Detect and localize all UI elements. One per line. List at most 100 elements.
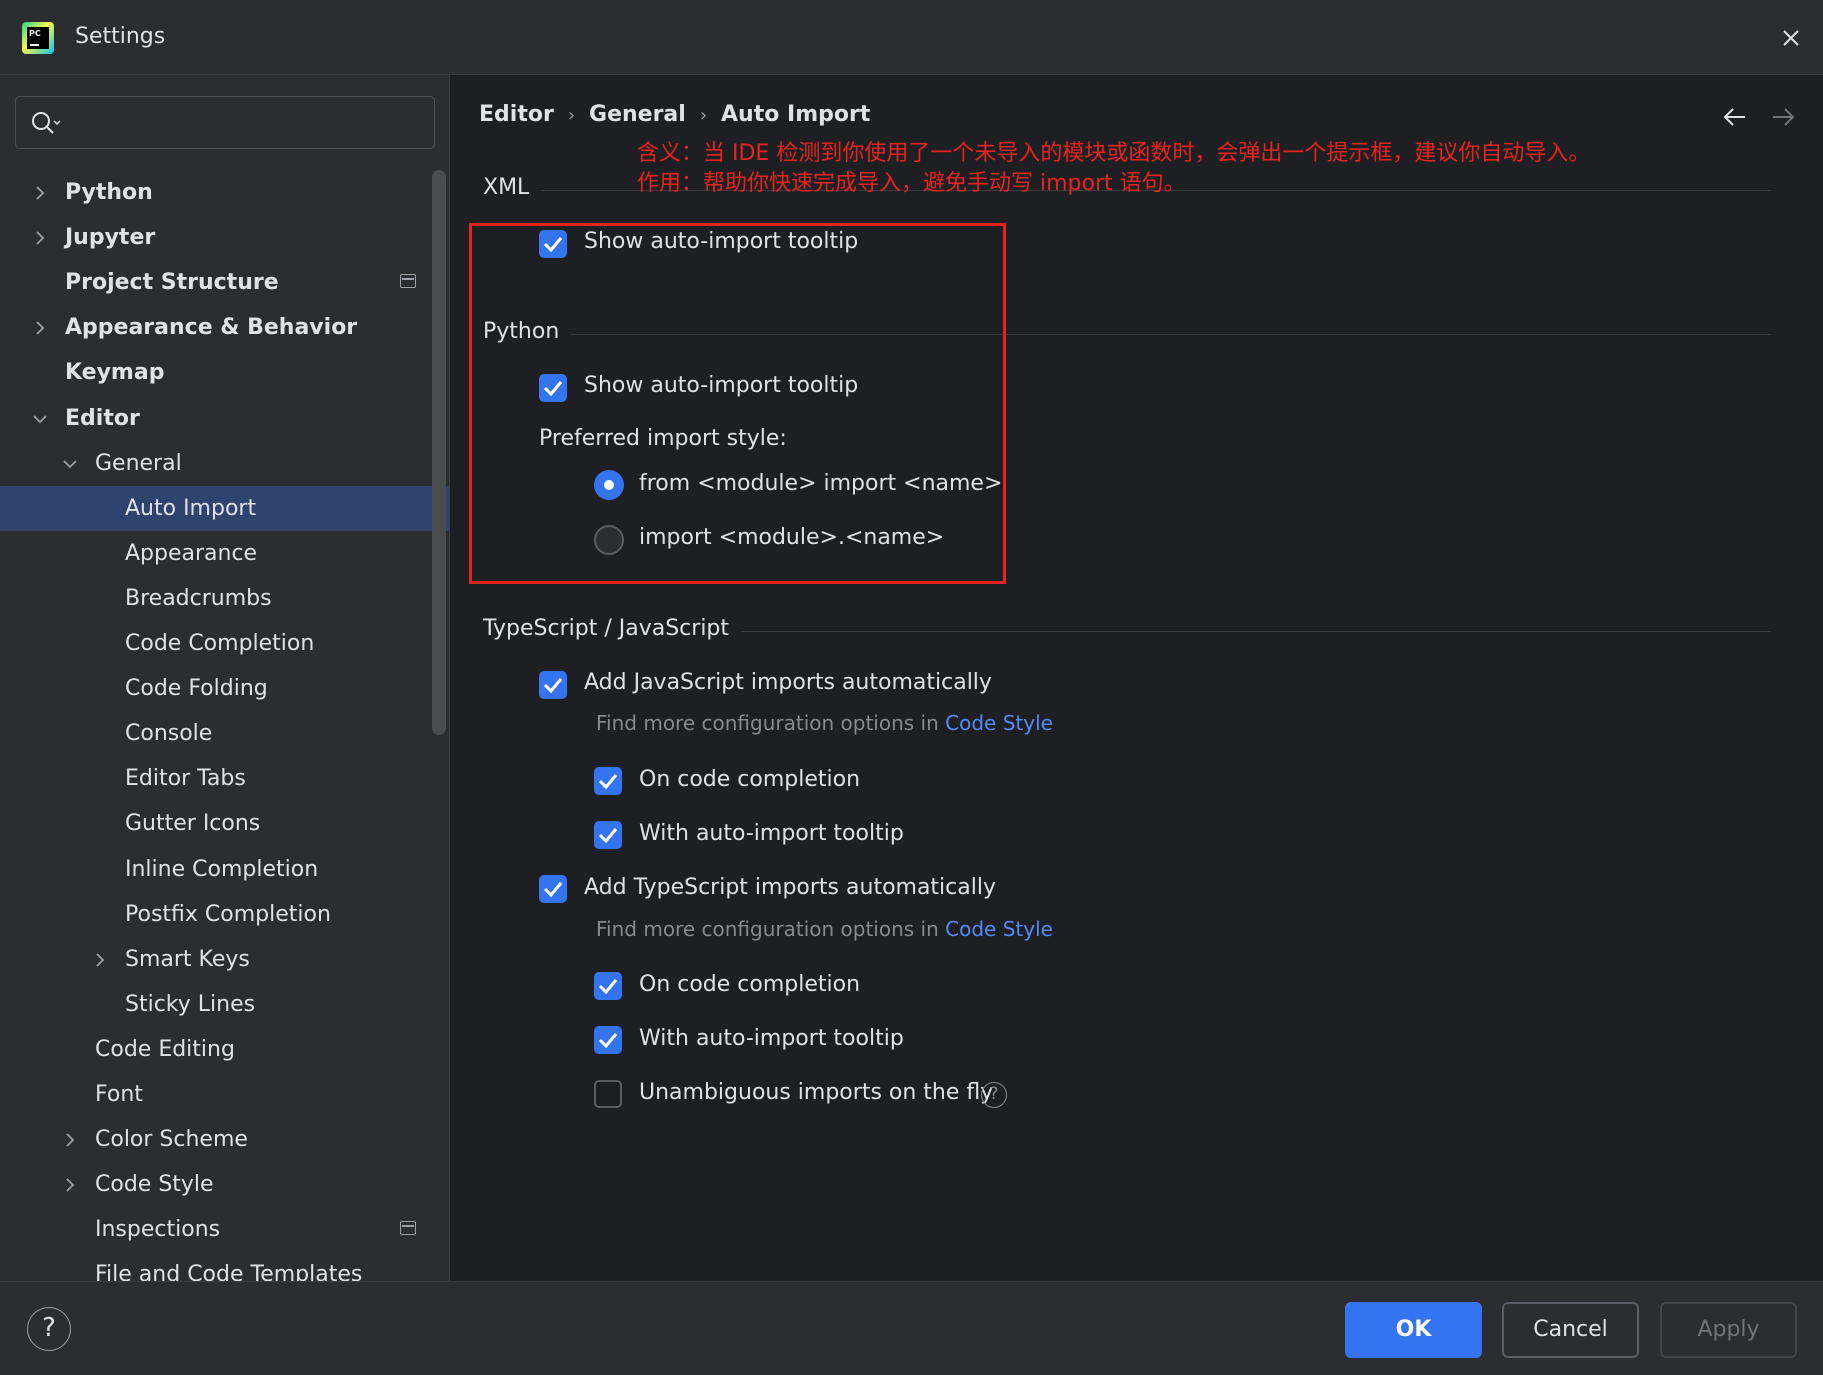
chevron-right-icon[interactable] bbox=[90, 937, 110, 982]
annotation-highlight-box bbox=[469, 223, 1006, 584]
sidebar-item-label: Jupyter bbox=[65, 225, 156, 250]
add-js-imports-label[interactable]: Add JavaScript imports automatically bbox=[584, 670, 992, 695]
help-button[interactable]: ? bbox=[27, 1307, 71, 1351]
ts-code-style-link[interactable]: Code Style bbox=[945, 917, 1053, 941]
sidebar-item[interactable]: Color Scheme bbox=[0, 1117, 449, 1162]
sidebar-item-label: Python bbox=[65, 180, 153, 205]
sidebar-item[interactable]: Editor Tabs bbox=[0, 756, 449, 801]
sidebar-item-label: Code Folding bbox=[125, 676, 268, 701]
js-with-tooltip-checkbox[interactable] bbox=[594, 821, 622, 849]
project-scope-icon bbox=[400, 274, 416, 288]
ts-with-tooltip-checkbox[interactable] bbox=[594, 1026, 622, 1054]
close-icon[interactable] bbox=[1773, 20, 1809, 56]
js-on-completion-label[interactable]: On code completion bbox=[639, 767, 860, 792]
js-on-completion-checkbox[interactable] bbox=[594, 767, 622, 795]
sidebar-item-label: Gutter Icons bbox=[125, 811, 261, 836]
ok-button[interactable]: OK bbox=[1345, 1302, 1482, 1358]
breadcrumb: Editor › General › Auto Import bbox=[479, 102, 870, 127]
sidebar-item[interactable]: Code Editing bbox=[0, 1027, 449, 1072]
search-input[interactable] bbox=[76, 105, 416, 141]
sidebar-item[interactable]: Keymap bbox=[0, 350, 449, 395]
cancel-button[interactable]: Cancel bbox=[1502, 1302, 1639, 1358]
add-js-imports-checkbox[interactable] bbox=[539, 671, 567, 699]
forward-arrow-icon[interactable] bbox=[1769, 105, 1797, 135]
sidebar-item-label: Editor Tabs bbox=[125, 766, 246, 791]
sidebar-item[interactable]: Gutter Icons bbox=[0, 801, 449, 846]
sidebar-scrollbar[interactable] bbox=[432, 170, 446, 735]
sidebar-item-label: Editor bbox=[65, 406, 140, 431]
sidebar-item[interactable]: Breadcrumbs bbox=[0, 576, 449, 621]
sidebar-item-label: Keymap bbox=[65, 360, 165, 385]
ts-on-completion-label[interactable]: On code completion bbox=[639, 972, 860, 997]
chevron-right-icon[interactable] bbox=[30, 170, 50, 215]
logo-text: PC bbox=[29, 29, 41, 38]
sidebar-item[interactable]: Sticky Lines bbox=[0, 982, 449, 1027]
sidebar-item-label: Project Structure bbox=[65, 270, 279, 295]
pycharm-logo-icon: PC bbox=[22, 22, 54, 54]
search-box[interactable] bbox=[15, 96, 435, 149]
sidebar-item[interactable]: Font bbox=[0, 1072, 449, 1117]
window-title: Settings bbox=[75, 24, 166, 49]
sidebar-item-label: Sticky Lines bbox=[125, 992, 256, 1017]
sidebar-item[interactable]: Editor bbox=[0, 396, 449, 441]
sidebar-item[interactable]: Appearance & Behavior bbox=[0, 305, 449, 350]
sidebar-item-label: Appearance & Behavior bbox=[65, 315, 358, 340]
sidebar-item[interactable]: General bbox=[0, 441, 449, 486]
chevron-right-icon[interactable] bbox=[30, 305, 50, 350]
sidebar-item-label: Smart Keys bbox=[125, 947, 250, 972]
sidebar-item-label: File and Code Templates bbox=[95, 1262, 363, 1281]
sidebar-item[interactable]: Code Folding bbox=[0, 666, 449, 711]
sidebar-item-label: Code Style bbox=[95, 1172, 214, 1197]
breadcrumb-auto-import: Auto Import bbox=[721, 102, 871, 127]
ts-on-completion-checkbox[interactable] bbox=[594, 972, 622, 1000]
sidebar-item[interactable]: File and Code Templates bbox=[0, 1252, 449, 1281]
apply-button[interactable]: Apply bbox=[1660, 1302, 1797, 1358]
sidebar-item-label: Appearance bbox=[125, 541, 258, 566]
ts-js-group-title: TypeScript / JavaScript bbox=[483, 616, 742, 641]
ts-hint-text: Find more configuration options in bbox=[596, 917, 946, 941]
sidebar-item[interactable]: Postfix Completion bbox=[0, 892, 449, 937]
sidebar-item[interactable]: Code Completion bbox=[0, 621, 449, 666]
add-ts-imports-checkbox[interactable] bbox=[539, 875, 567, 903]
breadcrumb-general[interactable]: General bbox=[589, 102, 686, 127]
sidebar-item[interactable]: Smart Keys bbox=[0, 937, 449, 982]
settings-sidebar: Python Jupyter Project Structure Appearance… bbox=[0, 75, 450, 1281]
chevron-right-icon[interactable] bbox=[30, 215, 50, 260]
chevron-right-icon: › bbox=[699, 105, 708, 126]
sidebar-item[interactable]: Project Structure bbox=[0, 260, 449, 305]
sidebar-item[interactable]: Appearance bbox=[0, 531, 449, 576]
sidebar-item[interactable]: Inspections bbox=[0, 1207, 449, 1252]
sidebar-item-label: Console bbox=[125, 721, 213, 746]
chevron-right-icon[interactable] bbox=[60, 1162, 80, 1207]
sidebar-item[interactable]: Console bbox=[0, 711, 449, 756]
unambiguous-imports-checkbox[interactable] bbox=[594, 1080, 622, 1108]
sidebar-item-label: Inspections bbox=[95, 1217, 221, 1242]
settings-content: Editor › General › Auto Import XML 含义：当 IDE … bbox=[451, 75, 1823, 1281]
js-with-tooltip-label[interactable]: With auto-import tooltip bbox=[639, 821, 904, 846]
xml-group-title: XML bbox=[483, 175, 542, 200]
unambiguous-imports-label[interactable]: Unambiguous imports on the fly bbox=[639, 1080, 993, 1105]
sidebar-item[interactable]: Auto Import bbox=[0, 486, 449, 531]
chevron-right-icon[interactable] bbox=[60, 1117, 80, 1162]
sidebar-item[interactable]: Jupyter bbox=[0, 215, 449, 260]
sidebar-item[interactable]: Code Style bbox=[0, 1162, 449, 1207]
ts-js-separator bbox=[711, 631, 1771, 632]
sidebar-item[interactable]: Python bbox=[0, 170, 449, 215]
breadcrumb-editor[interactable]: Editor bbox=[479, 102, 554, 127]
back-arrow-icon[interactable] bbox=[1721, 105, 1749, 135]
sidebar-item-label: Code Editing bbox=[95, 1037, 235, 1062]
sidebar-item-label: Code Completion bbox=[125, 631, 315, 656]
annotation-line-2: 作用：帮助你快速完成导入，避免手动写 import 语句。 bbox=[637, 171, 1186, 196]
js-code-style-link[interactable]: Code Style bbox=[945, 711, 1053, 735]
chevron-down-icon[interactable] bbox=[60, 441, 80, 486]
search-icon bbox=[32, 112, 61, 134]
chevron-down-icon[interactable] bbox=[30, 396, 50, 441]
help-question-icon[interactable]: ? bbox=[981, 1082, 1007, 1108]
ts-with-tooltip-label[interactable]: With auto-import tooltip bbox=[639, 1026, 904, 1051]
sidebar-item-label: Auto Import bbox=[125, 496, 257, 521]
sidebar-item[interactable]: Inline Completion bbox=[0, 847, 449, 892]
project-scope-icon bbox=[400, 1221, 416, 1235]
chevron-right-icon: › bbox=[567, 105, 576, 126]
add-ts-imports-label[interactable]: Add TypeScript imports automatically bbox=[584, 875, 996, 900]
annotation-text: 含义：当 IDE 检测到你使用了一个未导入的模块或函数时，会弹出一个提示框，建议… bbox=[637, 139, 1590, 199]
